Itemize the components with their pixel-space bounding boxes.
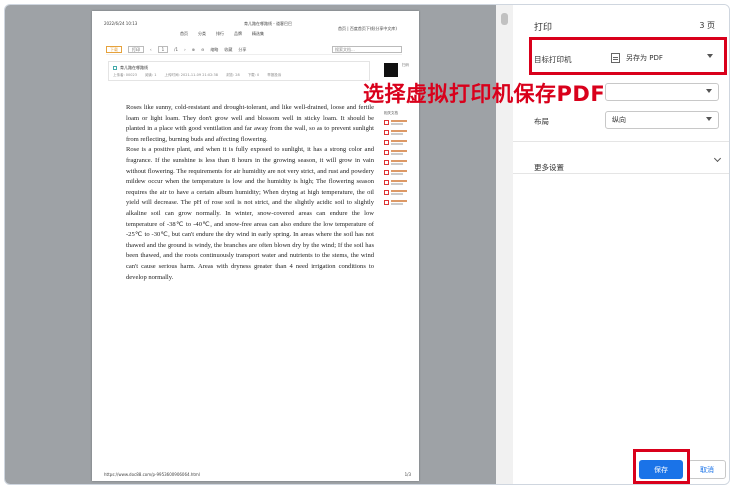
related-doc-item: [384, 150, 414, 157]
dialog-title: 打印: [534, 23, 553, 33]
document-icon: [384, 140, 389, 145]
highlight-box-printer: [529, 37, 727, 75]
related-doc-item: [384, 160, 414, 167]
related-docs-panel: 相关文档: [384, 111, 414, 210]
checkbox-icon: [113, 66, 117, 70]
document-icon: [384, 120, 389, 125]
more-settings-toggle[interactable]: 更多设置: [534, 154, 722, 172]
doc-header-date: 2022/6/24 10:13: [104, 21, 138, 26]
chevron-down-icon: [713, 154, 722, 163]
doc-paragraph: Rose is a positive plant, and when it is…: [126, 146, 374, 281]
divider: [513, 141, 729, 142]
document-icon: [384, 170, 389, 175]
cancel-button[interactable]: 取消: [688, 460, 726, 479]
doc-meta-item: 举报投诉: [267, 73, 282, 77]
qr-side-text: 扫码: [402, 63, 409, 67]
screenshot-frame: 2022/6/24 10:13 育儿路在哪路线 - 道客巴巴 首页 | 百度首页…: [4, 4, 730, 485]
divider: [513, 173, 729, 174]
doc-nav-item: 精选集: [252, 31, 264, 36]
highlight-box-save: [633, 449, 690, 484]
preview-scrollbar[interactable]: [496, 5, 513, 484]
layout-label: 布局: [534, 117, 549, 126]
doc-meta-item: 上传者: 00023: [113, 73, 137, 77]
document-icon: [384, 150, 389, 155]
more-settings-label: 更多设置: [534, 163, 564, 172]
doc-zoom-in-icon: ⊕: [191, 47, 196, 52]
print-preview: 2022/6/24 10:13 育儿路在哪路线 - 道客巴巴 首页 | 百度首页…: [5, 5, 513, 484]
doc-footer-page: 1/3: [404, 472, 411, 477]
instruction-annotation: 选择虚拟打印机保存PDF: [363, 82, 606, 106]
doc-collect-label: 收藏: [224, 46, 233, 52]
pages-select[interactable]: [605, 83, 719, 101]
doc-meta-item: 上传时间: 2021-11-09 21:02:38: [164, 73, 218, 77]
related-doc-item: [384, 120, 414, 127]
related-doc-item: [384, 200, 414, 207]
doc-share-label: 分享: [238, 46, 247, 52]
doc-nav-item: 分类: [198, 31, 206, 36]
doc-nav-item: 首页: [180, 31, 188, 36]
doc-download-button: 下载: [106, 46, 122, 53]
layout-value: 纵向: [612, 116, 626, 124]
related-docs-title: 相关文档: [384, 111, 398, 115]
doc-info-title-text: 育儿路在哪路线: [120, 65, 148, 70]
related-doc-item: [384, 140, 414, 147]
doc-meta-item: 阅读: 1: [144, 73, 157, 77]
document-icon: [384, 190, 389, 195]
doc-print-button: 打印: [128, 46, 144, 53]
document-icon: [384, 160, 389, 165]
doc-toolbar: 下载 打印 ‹ 1 /1 › ⊕ ⊖ 缩略 收藏 分享 搜索文档...: [106, 45, 402, 55]
related-doc-item: [384, 170, 414, 177]
related-doc-item: [384, 180, 414, 187]
doc-header-links: 首页 | 百度首页下线(分享中文库): [337, 26, 397, 31]
doc-nav: 首页 分类 排行 品牌 精选集: [180, 31, 264, 37]
related-doc-item: [384, 190, 414, 197]
doc-zoom-label: 缩略: [210, 46, 219, 52]
layout-select[interactable]: 纵向: [605, 111, 719, 129]
doc-footer-url: https://www.doc88.com/p-9953600906064.ht…: [104, 472, 200, 477]
dropdown-caret-icon: [706, 117, 712, 121]
doc-info-box: 育儿路在哪路线 上传者: 00023 阅读: 1 上传时间: 2021-11-0…: [108, 61, 370, 81]
doc-nav-item: 排行: [216, 31, 224, 36]
doc-header-title: 育儿路在哪路线 - 道客巴巴: [244, 21, 292, 26]
doc-search-input: 搜索文档...: [332, 46, 402, 53]
doc-page-next-icon: ›: [184, 47, 186, 52]
related-doc-item: [384, 130, 414, 137]
qr-code-icon: [384, 63, 398, 77]
doc-page-current: 1: [157, 46, 169, 53]
doc-paragraph: Roses like sunny, cold-resistant and dro…: [126, 104, 374, 143]
scrollbar-thumb[interactable]: [501, 13, 508, 25]
page-count: 3 页: [699, 21, 715, 30]
doc-body: Roses like sunny, cold-resistant and dro…: [126, 103, 374, 283]
doc-page-total: /1: [174, 47, 179, 52]
doc-info-meta: 上传者: 00023 阅读: 1 上传时间: 2021-11-09 21:02:…: [113, 73, 281, 78]
doc-meta-item: 下载: 0: [247, 73, 260, 77]
doc-nav-item: 品牌: [234, 31, 242, 36]
doc-zoom-out-icon: ⊖: [201, 47, 205, 52]
doc-info-title: 育儿路在哪路线: [113, 65, 148, 71]
document-icon: [384, 200, 389, 205]
print-dialog: 打印 3 页 目标打印机 另存为 PDF 布局 纵向 更多设置 保存 取消: [513, 5, 729, 484]
doc-meta-item: 浏览: 28: [225, 73, 240, 77]
dropdown-caret-icon: [706, 89, 712, 93]
doc-page-prev-icon: ‹: [150, 47, 152, 52]
document-icon: [384, 180, 389, 185]
document-icon: [384, 130, 389, 135]
